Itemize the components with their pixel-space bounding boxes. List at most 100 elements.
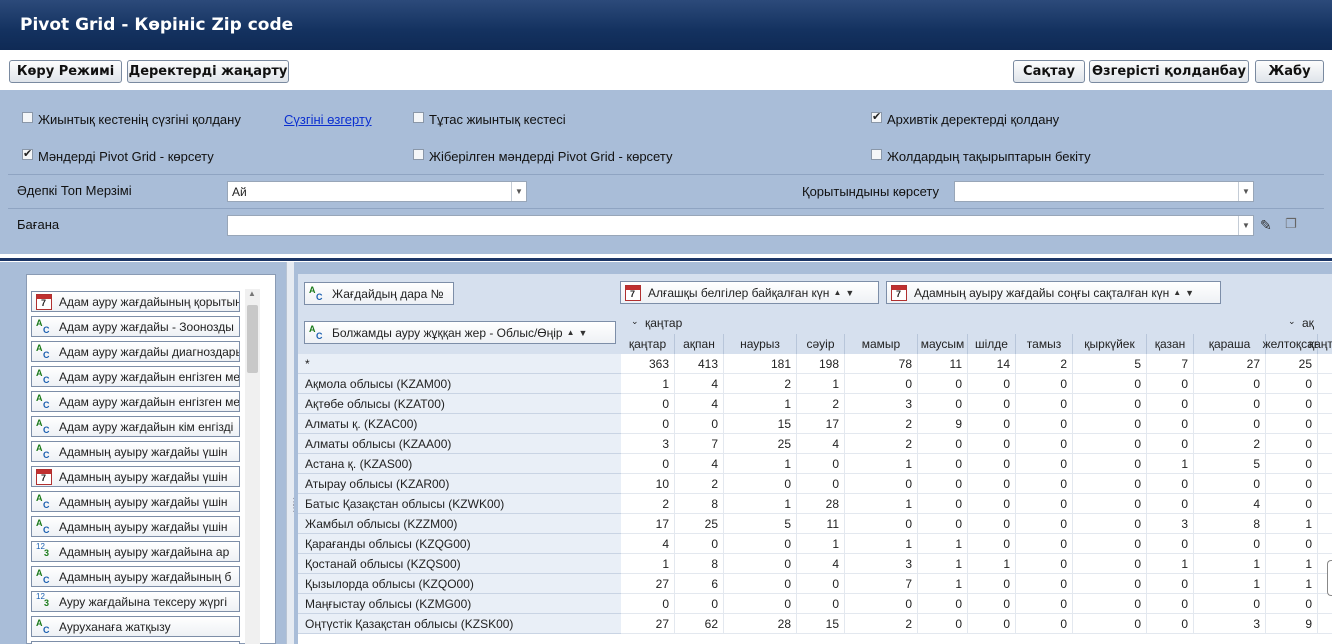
pivot-cell[interactable]: 0	[797, 594, 845, 614]
sort-asc-icon[interactable]: ▲	[833, 288, 841, 297]
close-button[interactable]: Жабу	[1255, 60, 1324, 83]
field-list-item[interactable]: Адам ауру жағдайын енгізген ме	[31, 391, 240, 412]
row-header[interactable]: Алматы облысы (KZAA00)	[298, 434, 621, 454]
month-header[interactable]: ақпан	[675, 334, 724, 354]
vertical-splitter[interactable]: ⋮⋮	[286, 262, 299, 644]
pivot-cell[interactable]: 4	[675, 454, 724, 474]
pivot-cell[interactable]: 0	[1147, 414, 1194, 434]
pivot-cell[interactable]: 0	[1194, 474, 1266, 494]
pivot-cell[interactable]: 25	[724, 434, 797, 454]
field-list-item[interactable]: Ауру жағдайына тексеру жүргі	[31, 591, 240, 612]
field-list-item[interactable]: Адам ауру жағдайы - Зоонозды	[31, 316, 240, 337]
pivot-cell[interactable]: 413	[675, 354, 724, 374]
pivot-cell[interactable]: 1	[845, 454, 918, 474]
pivot-cell[interactable]: 0	[1147, 374, 1194, 394]
pivot-cell[interactable]: 1	[1147, 454, 1194, 474]
pivot-cell[interactable]: 198	[797, 354, 845, 374]
pivot-cell[interactable]: 1	[797, 374, 845, 394]
pivot-cell[interactable]: 0	[621, 454, 675, 474]
pivot-cell[interactable]: 27	[621, 574, 675, 594]
pivot-cell[interactable]: 1	[621, 554, 675, 574]
pivot-cell[interactable]: 0	[968, 474, 1016, 494]
pivot-cell[interactable]: 1	[845, 534, 918, 554]
sort-asc-icon[interactable]: ▲	[567, 328, 575, 337]
pivot-cell[interactable]: 0	[1016, 614, 1073, 634]
pivot-cell[interactable]: 17	[621, 514, 675, 534]
pivot-cell[interactable]: 62	[675, 614, 724, 634]
pivot-cell[interactable]: 10	[621, 474, 675, 494]
chevron-down-icon[interactable]: ▼	[1238, 216, 1253, 235]
pivot-cell[interactable]: 2	[845, 434, 918, 454]
pivot-cell[interactable]: 0	[1266, 534, 1318, 554]
pivot-cell[interactable]: 0	[968, 614, 1016, 634]
pivot-cell[interactable]: 1	[918, 574, 968, 594]
pivot-cell[interactable]: 0	[1016, 394, 1073, 414]
row-header[interactable]: Астана қ. (KZAS00)	[298, 454, 621, 474]
pivot-cell[interactable]: 0	[1073, 614, 1147, 634]
row-header[interactable]: Қарағанды облысы (KZQG00)	[298, 534, 621, 554]
pivot-cell[interactable]: 0	[1073, 594, 1147, 614]
pivot-cell[interactable]: 0	[918, 614, 968, 634]
checkbox-box[interactable]	[413, 112, 424, 123]
pivot-cell[interactable]: 9	[1266, 614, 1318, 634]
pivot-cell[interactable]: 0	[1016, 414, 1073, 434]
pivot-cell[interactable]: 0	[968, 514, 1016, 534]
field-list-item[interactable]: Ауруханаға жатқызу	[31, 616, 240, 637]
refresh-data-button[interactable]: Деректерді жаңарту	[127, 60, 289, 83]
pivot-cell[interactable]: 0	[1073, 474, 1147, 494]
pivot-cell[interactable]: 2	[845, 614, 918, 634]
pivot-cell[interactable]: 0	[675, 594, 724, 614]
pivot-cell[interactable]: 3	[1194, 614, 1266, 634]
pivot-cell[interactable]: 0	[1073, 554, 1147, 574]
field-list-item[interactable]: Адам ауру жағдайын кім енгізді	[31, 416, 240, 437]
pivot-cell[interactable]: 28	[797, 494, 845, 514]
field-list-item[interactable]: Адамның ауыру жағдайы үшін	[31, 491, 240, 512]
scrollbar-thumb[interactable]	[247, 305, 258, 373]
pivot-cell[interactable]: 4	[621, 534, 675, 554]
pivot-cell[interactable]: 5	[1194, 454, 1266, 474]
pivot-cell[interactable]: 0	[724, 574, 797, 594]
filter-icon[interactable]: ▼	[579, 328, 588, 338]
pivot-cell[interactable]: 0	[1266, 494, 1318, 514]
pivot-cell[interactable]: 0	[797, 574, 845, 594]
pivot-cell[interactable]: 2	[675, 474, 724, 494]
checkbox-box[interactable]	[22, 112, 33, 123]
checkbox-box[interactable]: ✔	[871, 112, 882, 123]
pivot-cell[interactable]: 0	[918, 514, 968, 534]
pivot-cell[interactable]: 1	[724, 494, 797, 514]
pivot-cell[interactable]: 8	[675, 554, 724, 574]
pivot-cell[interactable]: 0	[918, 594, 968, 614]
row-field-chip[interactable]: Болжамды ауру жұққан жер - Облыс/Өңір ▲ …	[304, 321, 616, 344]
pivot-cell[interactable]: 0	[1016, 454, 1073, 474]
pivot-cell[interactable]: 4	[1194, 494, 1266, 514]
chevron-down-icon[interactable]: ▼	[511, 182, 526, 201]
pivot-cell[interactable]: 0	[724, 474, 797, 494]
filter-icon[interactable]: ▼	[845, 288, 854, 298]
pivot-cell[interactable]	[1318, 434, 1332, 454]
pivot-cell[interactable]: 14	[968, 354, 1016, 374]
month-header[interactable]: қаңтар	[621, 334, 675, 354]
month-header[interactable]: мамыр	[845, 334, 918, 354]
pivot-cell[interactable]: 7	[1147, 354, 1194, 374]
month-header[interactable]: қыркүйек	[1073, 334, 1147, 354]
pivot-cell[interactable]: 7	[845, 574, 918, 594]
save-button[interactable]: Сақтау	[1013, 60, 1085, 83]
pivot-cell[interactable]: 0	[675, 534, 724, 554]
pivot-cell[interactable]: 0	[918, 374, 968, 394]
pivot-cell[interactable]: 1	[845, 494, 918, 514]
pivot-cell[interactable]: 0	[1194, 394, 1266, 414]
pivot-cell[interactable]: 4	[797, 434, 845, 454]
pivot-cell[interactable]: 0	[918, 394, 968, 414]
month-header[interactable]: тамыз	[1016, 334, 1073, 354]
pivot-cell[interactable]: 2	[797, 394, 845, 414]
pivot-cell[interactable]: 25	[675, 514, 724, 534]
pivot-cell[interactable]: 1	[1266, 554, 1318, 574]
row-header[interactable]: Оңтүстік Қазақстан облысы (KZSK00)	[298, 614, 621, 634]
pivot-cell[interactable]: 0	[1147, 494, 1194, 514]
field-list-item[interactable]: Адамның ауыру жағдайы үшін	[31, 441, 240, 462]
column-field-chip-2[interactable]: Адамның ауыру жағдайы соңғы сақталған кү…	[886, 281, 1221, 304]
pivot-cell[interactable]: 2	[1016, 354, 1073, 374]
pivot-cell[interactable]: 11	[918, 354, 968, 374]
field-list-item[interactable]: Адам ауру жағдайын енгізген ме	[31, 366, 240, 387]
pivot-cell[interactable]: 0	[1194, 414, 1266, 434]
